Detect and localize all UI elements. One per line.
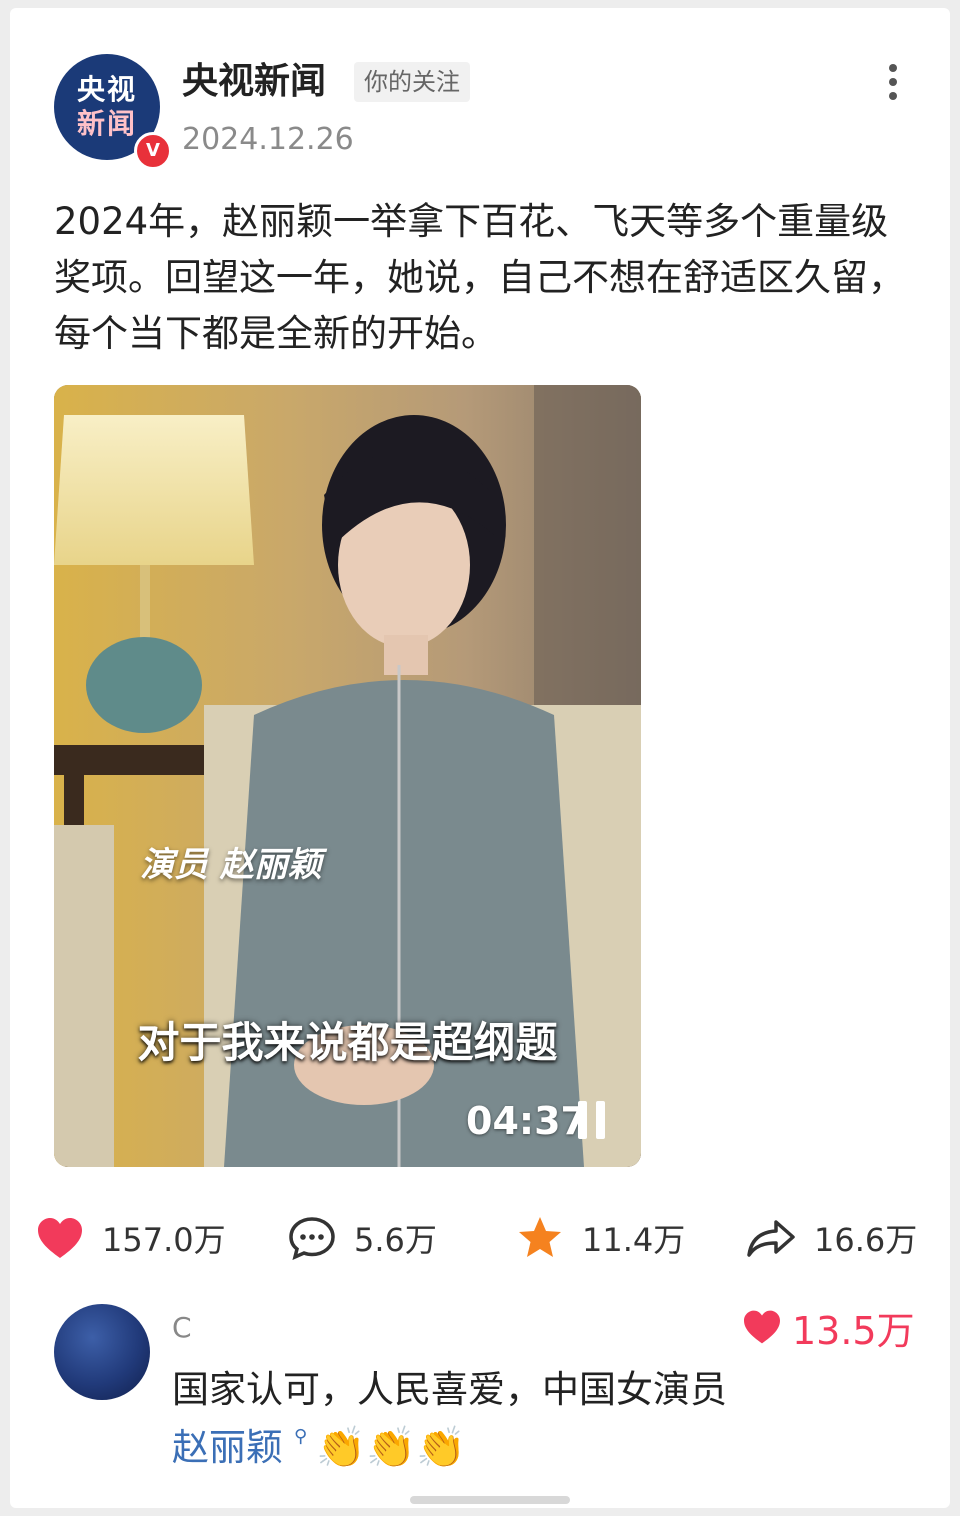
search-icon: ⚲ xyxy=(294,1426,308,1447)
video-name-caption: 演员 赵丽颖 xyxy=(140,845,322,885)
favorite-count: 11.4万 xyxy=(582,1221,686,1259)
comment-count: 5.6万 xyxy=(354,1221,437,1259)
clap-emoji-icon: 👏 xyxy=(316,1425,366,1471)
video-player[interactable]: 演员 赵丽颖 对于我来说都是超纲题 04:37 xyxy=(54,385,641,1167)
more-options-icon[interactable] xyxy=(878,60,908,104)
follow-status-badge: 你的关注 xyxy=(354,62,470,102)
post-text: 2024年，赵丽颖一举拿下百花、飞天等多个重量级奖项。回望这一年，她说，自己不想… xyxy=(54,200,905,355)
post-card: 央视 新闻 V 央视新闻 你的关注 2024.12.26 2024年，赵丽颖一举… xyxy=(10,8,950,1508)
like-button[interactable]: 157.0万 xyxy=(36,1208,226,1268)
comment-button[interactable]: 5.6万 xyxy=(288,1208,437,1268)
comment-like-button[interactable]: 13.5万 xyxy=(742,1304,915,1353)
clap-emoji-icon: 👏 xyxy=(366,1425,416,1471)
action-bar: 157.0万 5.6万 11.4万 16.6万 xyxy=(10,1208,950,1268)
comment-bubble-icon xyxy=(289,1217,335,1260)
commenter-avatar[interactable] xyxy=(54,1304,150,1400)
like-count: 157.0万 xyxy=(102,1221,226,1259)
post-date: 2024.12.26 xyxy=(182,122,354,157)
account-name[interactable]: 央视新闻 xyxy=(182,60,326,104)
comment-topic-link[interactable]: 赵丽颖 xyxy=(172,1422,283,1474)
star-icon xyxy=(519,1217,561,1257)
comment-like-count: 13.5万 xyxy=(792,1308,915,1353)
verified-badge-icon: V xyxy=(134,132,172,170)
share-button[interactable]: 16.6万 xyxy=(746,1208,917,1268)
commenter-name[interactable]: C xyxy=(172,1310,192,1346)
heart-icon xyxy=(38,1218,82,1258)
share-arrow-icon xyxy=(747,1220,795,1257)
home-indicator xyxy=(410,1496,570,1504)
comment-text: 国家认可，人民喜爱，中国女演员 xyxy=(172,1368,727,1411)
pause-icon[interactable] xyxy=(574,1101,614,1141)
video-subtitle: 对于我来说都是超纲题 xyxy=(137,1018,558,1067)
share-count: 16.6万 xyxy=(814,1221,918,1259)
clap-emoji-icon: 👏 xyxy=(416,1425,466,1471)
logo-line-1: 央视 xyxy=(76,73,137,106)
heart-icon xyxy=(744,1310,780,1344)
favorite-button[interactable]: 11.4万 xyxy=(516,1208,685,1268)
video-duration: 04:37 xyxy=(466,1099,587,1143)
